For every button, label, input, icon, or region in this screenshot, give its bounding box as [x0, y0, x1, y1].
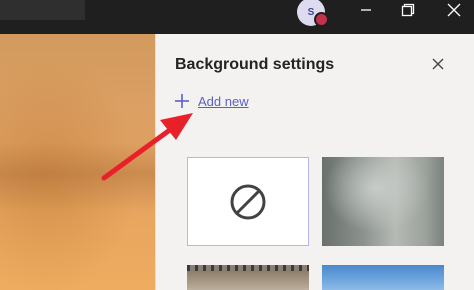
background-settings-panel: Background settings Add new	[155, 34, 474, 290]
teams-meeting-window: S Background settings Add new	[0, 0, 474, 290]
search-box[interactable]	[0, 0, 85, 20]
close-icon	[447, 3, 461, 17]
background-tile-blur[interactable]	[322, 157, 444, 246]
close-icon	[432, 58, 444, 70]
presence-status-badge	[314, 12, 329, 27]
panel-title: Background settings	[175, 56, 335, 73]
background-tile-none[interactable]	[187, 157, 309, 246]
avatar-initial: S	[307, 6, 315, 18]
video-preview	[0, 34, 155, 290]
background-tile-sky[interactable]	[322, 265, 444, 290]
add-new-label: Add new	[198, 93, 249, 109]
restore-icon	[401, 3, 415, 17]
plus-icon	[175, 94, 189, 108]
title-bar: S	[0, 0, 474, 34]
restore-button[interactable]	[388, 0, 428, 20]
no-background-icon	[230, 184, 266, 219]
minimize-button[interactable]	[346, 0, 386, 20]
minimize-icon	[361, 9, 371, 11]
window-close-button[interactable]	[434, 0, 474, 20]
background-tile-office[interactable]	[187, 265, 309, 290]
add-new-button[interactable]: Add new	[174, 93, 249, 109]
panel-close-button[interactable]	[428, 54, 448, 74]
